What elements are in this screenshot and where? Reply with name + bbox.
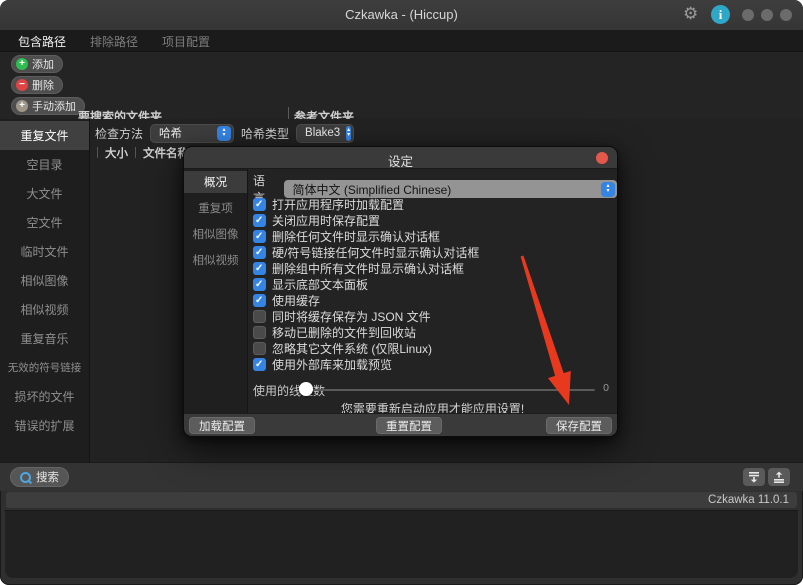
threads-value: 0 (603, 382, 609, 394)
dialog-tab-similar-videos[interactable]: 相似视频 (184, 249, 247, 271)
option-checkbox[interactable] (253, 326, 266, 339)
option-row: ✓硬/符号链接任何文件时显示确认对话框 (253, 244, 479, 261)
app-window: Czkawka - (Hiccup) ⚙ i 包含路径 排除路径 项目配置 + … (0, 0, 803, 585)
maximize-button[interactable] (761, 9, 773, 21)
sidebar-item-duplicate-files[interactable]: 重复文件 (0, 121, 89, 150)
sidebar-item-big-files[interactable]: 大文件 (0, 179, 89, 208)
remove-path-button[interactable]: − 删除 (11, 76, 63, 94)
status-bar: Czkawka 11.0.1 (6, 492, 797, 508)
manual-add-icon: + (16, 100, 28, 112)
check-method-value: 哈希 (159, 125, 182, 141)
spinner-arrows-icon: ▴▾ (217, 126, 231, 141)
check-method-dropdown[interactable]: 哈希 ▴▾ (150, 124, 234, 143)
sidebar-item-similar-videos[interactable]: 相似视频 (0, 295, 89, 324)
search-label: 搜索 (36, 469, 59, 485)
sidebar-item-duplicate-music[interactable]: 重复音乐 (0, 324, 89, 353)
hash-type-dropdown[interactable]: Blake3 ▴▾ (296, 124, 354, 143)
option-checkbox[interactable]: ✓ (253, 294, 266, 307)
spinner-arrows-icon: ▴▾ (346, 126, 351, 141)
tab-included-paths[interactable]: 包含路径 (8, 30, 76, 53)
option-row: 同时将缓存保存为 JSON 文件 (253, 308, 431, 325)
option-row: ✓删除任何文件时显示确认对话框 (253, 228, 440, 245)
sidebar-item-invalid-symlinks[interactable]: 无效的符号链接 (0, 353, 89, 382)
manual-add-path-button[interactable]: + 手动添加 (11, 97, 85, 115)
bottom-text-panel (4, 510, 799, 579)
option-row: ✓使用缓存 (253, 292, 320, 309)
dialog-close-button[interactable] (596, 152, 608, 164)
info-icon[interactable]: i (711, 5, 730, 24)
settings-dialog: 设定 概况 重复项 相似图像 相似视频 语言 简体中文 (Simplified … (183, 146, 618, 437)
spinner-arrows-icon: ▴▾ (601, 182, 615, 197)
dialog-tab-duplicates[interactable]: 重复项 (184, 197, 247, 219)
option-row: ✓关闭应用时保存配置 (253, 212, 380, 229)
title-bar: Czkawka - (Hiccup) ⚙ i (0, 0, 803, 31)
window-controls (742, 9, 792, 21)
dialog-tab-similar-images[interactable]: 相似图像 (184, 223, 247, 245)
paths-panel: + 添加 − 删除 + 手动添加 要搜索的文件夹 参考文件夹 F:\WORK\游… (0, 52, 803, 120)
dialog-title-bar: 设定 (184, 147, 617, 169)
option-checkbox[interactable] (253, 342, 266, 355)
tab-excluded-paths[interactable]: 排除路径 (80, 30, 148, 53)
option-row: 移动已删除的文件到回收站 (253, 324, 416, 341)
option-row: 忽略其它文件系统 (仅限Linux) (253, 340, 432, 357)
remove-path-label: 删除 (32, 77, 54, 93)
top-tab-bar: 包含路径 排除路径 项目配置 (0, 31, 803, 52)
up-arrow-lines-icon (773, 471, 785, 483)
check-method-toolbar: 检查方法 哈希 ▴▾ 哈希类型 Blake3 ▴▾ (90, 122, 354, 144)
add-icon: + (16, 58, 28, 70)
tool-sidebar: 重复文件 空目录 大文件 空文件 临时文件 相似图像 相似视频 重复音乐 无效的… (0, 119, 90, 462)
dialog-action-bar: 加载配置 重置配置 保存配置 (184, 413, 617, 436)
move-stack-button[interactable] (768, 468, 790, 486)
hash-type-value: Blake3 (305, 127, 340, 139)
action-bar: 搜索 (0, 462, 803, 491)
add-path-button[interactable]: + 添加 (11, 55, 63, 73)
compare-stack-button[interactable] (743, 468, 765, 486)
sidebar-item-bad-extensions[interactable]: 错误的扩展 (0, 411, 89, 440)
save-config-button[interactable]: 保存配置 (546, 417, 612, 434)
threads-slider-row: 使用的线程数 0 (253, 381, 609, 397)
column-size[interactable]: 大小 (105, 145, 128, 161)
hash-type-label: 哈希类型 (241, 125, 289, 142)
dialog-body: 语言 简体中文 (Simplified Chinese) ▴▾ ✓打开应用程序时… (248, 169, 617, 413)
manual-add-label: 手动添加 (32, 98, 76, 114)
option-checkbox[interactable]: ✓ (253, 358, 266, 371)
language-value: 简体中文 (Simplified Chinese) (293, 181, 452, 198)
results-table-header: 大小 文件名称 (90, 145, 189, 160)
minimize-button[interactable] (742, 9, 754, 21)
tab-project-config[interactable]: 项目配置 (152, 30, 220, 53)
option-checkbox[interactable]: ✓ (253, 246, 266, 259)
check-method-label: 检查方法 (95, 125, 143, 142)
reset-config-button[interactable]: 重置配置 (376, 417, 442, 434)
sidebar-item-empty-files[interactable]: 空文件 (0, 208, 89, 237)
slider-knob[interactable] (299, 382, 313, 396)
sidebar-item-empty-dirs[interactable]: 空目录 (0, 150, 89, 179)
sidebar-item-temp-files[interactable]: 临时文件 (0, 237, 89, 266)
option-row: ✓使用外部库来加载预览 (253, 356, 392, 373)
option-checkbox[interactable]: ✓ (253, 214, 266, 227)
option-checkbox[interactable] (253, 310, 266, 323)
version-text: Czkawka 11.0.1 (708, 494, 789, 506)
close-button[interactable] (780, 9, 792, 21)
option-row: ✓显示底部文本面板 (253, 276, 368, 293)
dialog-title: 设定 (184, 151, 617, 170)
option-checkbox[interactable]: ✓ (253, 198, 266, 211)
search-button[interactable]: 搜索 (10, 467, 69, 487)
add-path-label: 添加 (32, 56, 54, 72)
sidebar-item-similar-images[interactable]: 相似图像 (0, 266, 89, 295)
option-checkbox[interactable]: ✓ (253, 278, 266, 291)
lines-down-arrow-icon (748, 471, 760, 483)
slider-track[interactable] (311, 389, 595, 391)
remove-icon: − (16, 79, 28, 91)
option-checkbox[interactable]: ✓ (253, 262, 266, 275)
settings-gear-icon[interactable]: ⚙ (683, 4, 698, 24)
dialog-tabs: 概况 重复项 相似图像 相似视频 (184, 169, 248, 413)
sidebar-item-broken-files[interactable]: 损坏的文件 (0, 382, 89, 411)
dialog-tab-general[interactable]: 概况 (184, 171, 247, 193)
search-icon (20, 472, 31, 483)
option-checkbox[interactable]: ✓ (253, 230, 266, 243)
option-row: ✓删除组中所有文件时显示确认对话框 (253, 260, 464, 277)
option-row: ✓打开应用程序时加载配置 (253, 196, 404, 213)
load-config-button[interactable]: 加载配置 (189, 417, 255, 434)
